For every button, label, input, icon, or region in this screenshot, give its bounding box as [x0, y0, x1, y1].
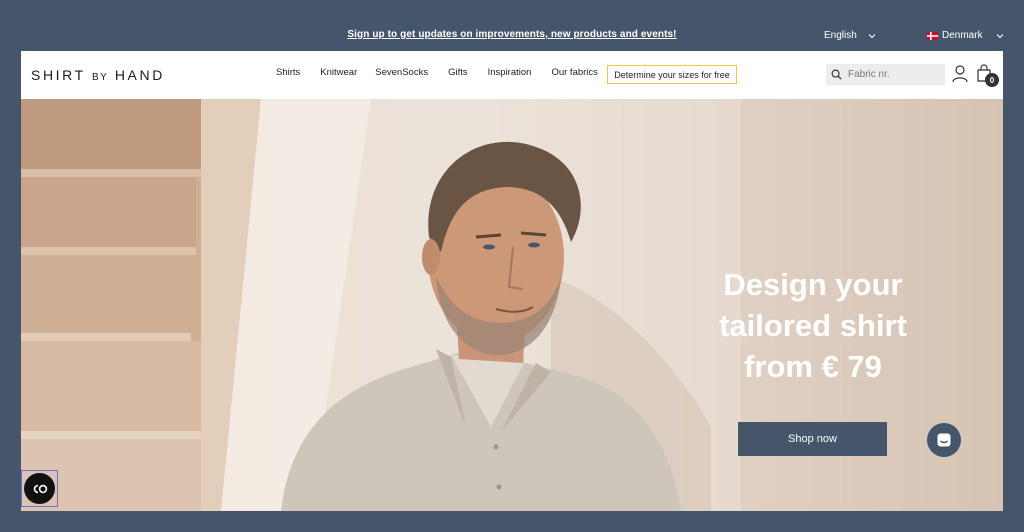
- nav-menu: Shirts Knitwear SevenSocks Gifts Inspira…: [276, 67, 618, 78]
- hero-banner: Design your tailored shirt from € 79 Sho…: [21, 99, 1003, 511]
- browser-viewport: Sign up to get updates on improvements, …: [21, 21, 1003, 511]
- search-icon: [831, 69, 842, 80]
- announcement-bar: Sign up to get updates on improvements, …: [21, 21, 1003, 51]
- chat-button[interactable]: [927, 423, 961, 457]
- determine-sizes-button[interactable]: Determine your sizes for free: [607, 65, 737, 84]
- chevron-down-icon: [868, 33, 876, 38]
- cart-button[interactable]: 0: [976, 64, 1000, 88]
- hero-model-image: [281, 141, 711, 511]
- nav-item-our-fabrics[interactable]: Our fabrics: [551, 67, 597, 78]
- cookie-icon: [24, 473, 55, 504]
- nav-item-knitwear[interactable]: Knitwear: [320, 67, 357, 78]
- language-label: English: [824, 30, 857, 41]
- chevron-down-icon: [996, 33, 1003, 38]
- hero-headline-line-1: Design your: [723, 267, 903, 302]
- nav-item-shirts[interactable]: Shirts: [276, 67, 300, 78]
- nav-item-gifts[interactable]: Gifts: [448, 67, 468, 78]
- country-label: Denmark: [942, 30, 983, 41]
- fabric-search: [826, 64, 945, 85]
- shop-now-button[interactable]: Shop now: [738, 422, 887, 456]
- brand-logo[interactable]: SHIRT BY HAND: [31, 67, 165, 83]
- logo-word-hand: HAND: [114, 67, 165, 83]
- chat-icon: [937, 433, 951, 447]
- cart-count-badge: 0: [985, 73, 999, 87]
- fabric-search-input[interactable]: [848, 69, 938, 80]
- nav-item-inspiration[interactable]: Inspiration: [488, 67, 532, 78]
- country-selector[interactable]: Denmark: [927, 30, 1003, 41]
- account-icon[interactable]: [952, 65, 968, 83]
- logo-word-by: BY: [92, 72, 109, 83]
- logo-word-shirt: SHIRT: [31, 67, 86, 83]
- hero-headline-line-3: from € 79: [744, 349, 882, 384]
- nav-item-sevensocks[interactable]: SevenSocks: [375, 67, 428, 78]
- hero-headline-line-2: tailored shirt: [719, 308, 907, 343]
- denmark-flag-icon: [927, 31, 938, 40]
- cookie-consent-button[interactable]: [21, 470, 58, 507]
- main-navigation: SHIRT BY HAND Shirts Knitwear SevenSocks…: [21, 51, 1003, 99]
- hero-headline: Design your tailored shirt from € 79: [685, 264, 941, 387]
- language-selector[interactable]: English: [824, 30, 877, 41]
